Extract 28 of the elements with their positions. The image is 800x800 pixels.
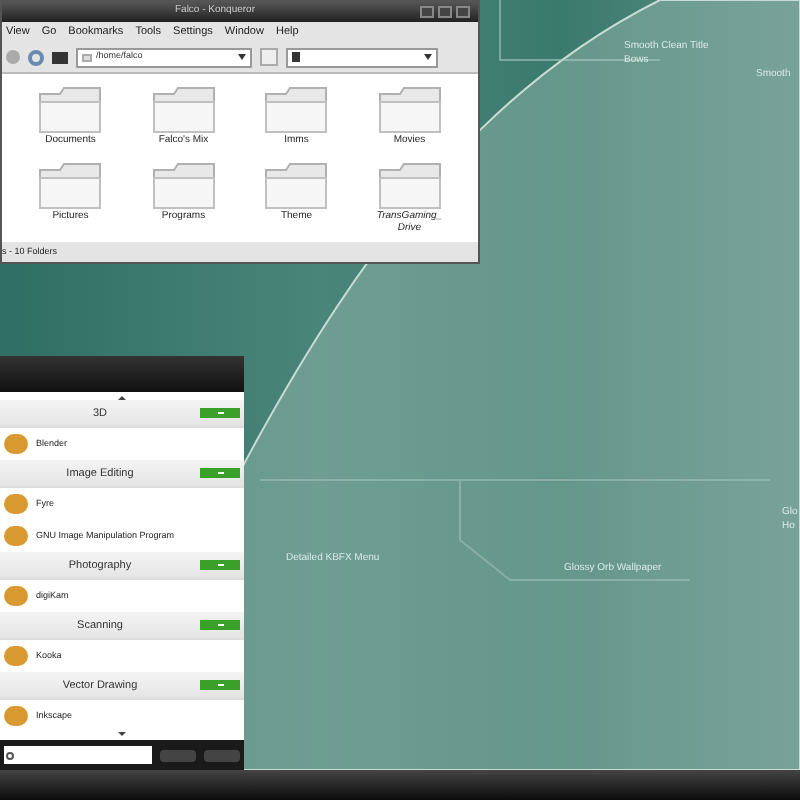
lock-button[interactable] xyxy=(160,749,196,762)
expand-button[interactable] xyxy=(200,620,240,631)
search-field[interactable] xyxy=(4,746,152,765)
folder-icon xyxy=(262,162,331,210)
folder-small-icon xyxy=(82,53,92,61)
folder-icon xyxy=(36,162,105,210)
power-button[interactable] xyxy=(204,749,240,762)
reload-icon[interactable] xyxy=(28,49,44,65)
expand-button[interactable] xyxy=(200,468,240,479)
folder-icon xyxy=(149,86,218,134)
expand-button[interactable] xyxy=(200,560,240,571)
folder-icon xyxy=(375,162,444,210)
app-icon xyxy=(4,646,28,667)
app-icon xyxy=(4,434,28,455)
expand-button[interactable] xyxy=(200,680,240,691)
app-icon xyxy=(4,526,28,547)
dropdown-icon[interactable] xyxy=(238,54,246,60)
app-icon xyxy=(4,494,28,515)
folder-icon xyxy=(375,86,444,134)
app-icon xyxy=(4,586,28,607)
folder-icon xyxy=(36,86,105,134)
dropdown-icon[interactable] xyxy=(424,54,432,60)
folder-icon xyxy=(262,86,331,134)
expand-button[interactable] xyxy=(200,408,240,419)
search-field[interactable] xyxy=(286,47,438,67)
folder-icon xyxy=(149,162,218,210)
scroll-down-icon[interactable] xyxy=(118,732,126,737)
app-icon xyxy=(4,706,28,727)
